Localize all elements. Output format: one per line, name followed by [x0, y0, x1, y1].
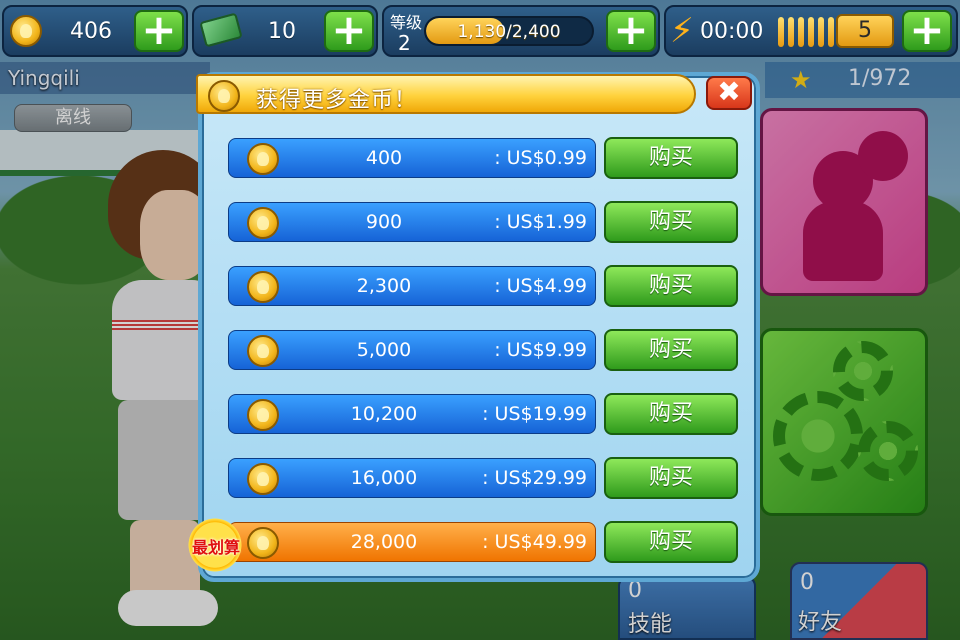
- coin-icon: [10, 15, 42, 47]
- buy-button[interactable]: 购买: [604, 329, 738, 371]
- energy-segment: [788, 17, 794, 47]
- coin-package-row: 10,200 : US$19.99: [228, 394, 596, 434]
- level-value: 2: [398, 31, 411, 55]
- coin-package-row: 400 : US$0.99: [228, 138, 596, 178]
- coin-package-row: 2,300 : US$4.99: [228, 266, 596, 306]
- coin-price: : US$9.99: [494, 339, 587, 361]
- coin-package-row: 16,000 : US$29.99: [228, 458, 596, 498]
- coin-amount: 28,000: [350, 531, 418, 553]
- coins-panel: 406 +: [2, 5, 188, 57]
- energy-segment: [818, 17, 824, 47]
- coins-value: 406: [70, 19, 112, 44]
- dialog-title: 获得更多金币！: [256, 88, 418, 113]
- coin-icon: [247, 463, 279, 495]
- coin-amount: 900: [365, 211, 403, 233]
- add-cash-button[interactable]: +: [324, 9, 374, 52]
- energy-segment: [798, 17, 804, 47]
- xp-progress-bar: 1,130/2,400: [424, 16, 594, 46]
- buy-button[interactable]: 购买: [604, 521, 738, 563]
- energy-segment: [778, 17, 784, 47]
- buy-button[interactable]: 购买: [604, 393, 738, 435]
- coin-icon: [247, 143, 279, 175]
- coin-package-row: 5,000 : US$9.99: [228, 330, 596, 370]
- coin-price: : US$49.99: [482, 531, 587, 553]
- cash-value: 10: [268, 19, 296, 44]
- xp-progress-text: 1,130/2,400: [457, 22, 561, 42]
- coin-package-row: 900 : US$1.99: [228, 202, 596, 242]
- energy-segment: [828, 17, 834, 47]
- add-level-button[interactable]: +: [606, 9, 656, 52]
- buy-button[interactable]: 购买: [604, 201, 738, 243]
- coin-price: : US$4.99: [494, 275, 587, 297]
- coin-package-row: 28,000 : US$49.99: [228, 522, 596, 562]
- buy-button[interactable]: 购买: [604, 137, 738, 179]
- coin-icon: [247, 207, 279, 239]
- lightning-icon: ⚡: [670, 11, 694, 51]
- coin-icon: [247, 271, 279, 303]
- energy-panel: ⚡ 00:00 5 +: [664, 5, 958, 57]
- buy-button[interactable]: 购买: [604, 457, 738, 499]
- coin-price: : US$29.99: [482, 467, 587, 489]
- coin-amount: 10,200: [350, 403, 418, 425]
- level-panel: 等级 2 1,130/2,400 +: [382, 5, 660, 57]
- coin-amount: 2,300: [356, 275, 412, 297]
- coin-price: : US$19.99: [482, 403, 587, 425]
- add-energy-button[interactable]: +: [902, 9, 952, 52]
- buy-button[interactable]: 购买: [604, 265, 738, 307]
- coin-amount: 16,000: [350, 467, 418, 489]
- cash-icon: [199, 12, 243, 48]
- cash-panel: 10 +: [192, 5, 378, 57]
- coin-icon: [208, 80, 240, 112]
- coin-amount: 5,000: [356, 339, 412, 361]
- energy-count: 5: [836, 14, 894, 48]
- level-label: 等级: [390, 13, 423, 32]
- energy-segment: [808, 17, 814, 47]
- close-button[interactable]: ✖: [706, 76, 752, 110]
- energy-timer: 00:00: [700, 19, 764, 44]
- coin-icon: [247, 335, 279, 367]
- coin-icon: [247, 527, 279, 559]
- best-deal-label: 最划算: [191, 538, 240, 557]
- coin-price: : US$0.99: [494, 147, 587, 169]
- add-coins-button[interactable]: +: [134, 9, 184, 52]
- coin-price: : US$1.99: [494, 211, 587, 233]
- coin-icon: [247, 399, 279, 431]
- coin-amount: 400: [365, 147, 403, 169]
